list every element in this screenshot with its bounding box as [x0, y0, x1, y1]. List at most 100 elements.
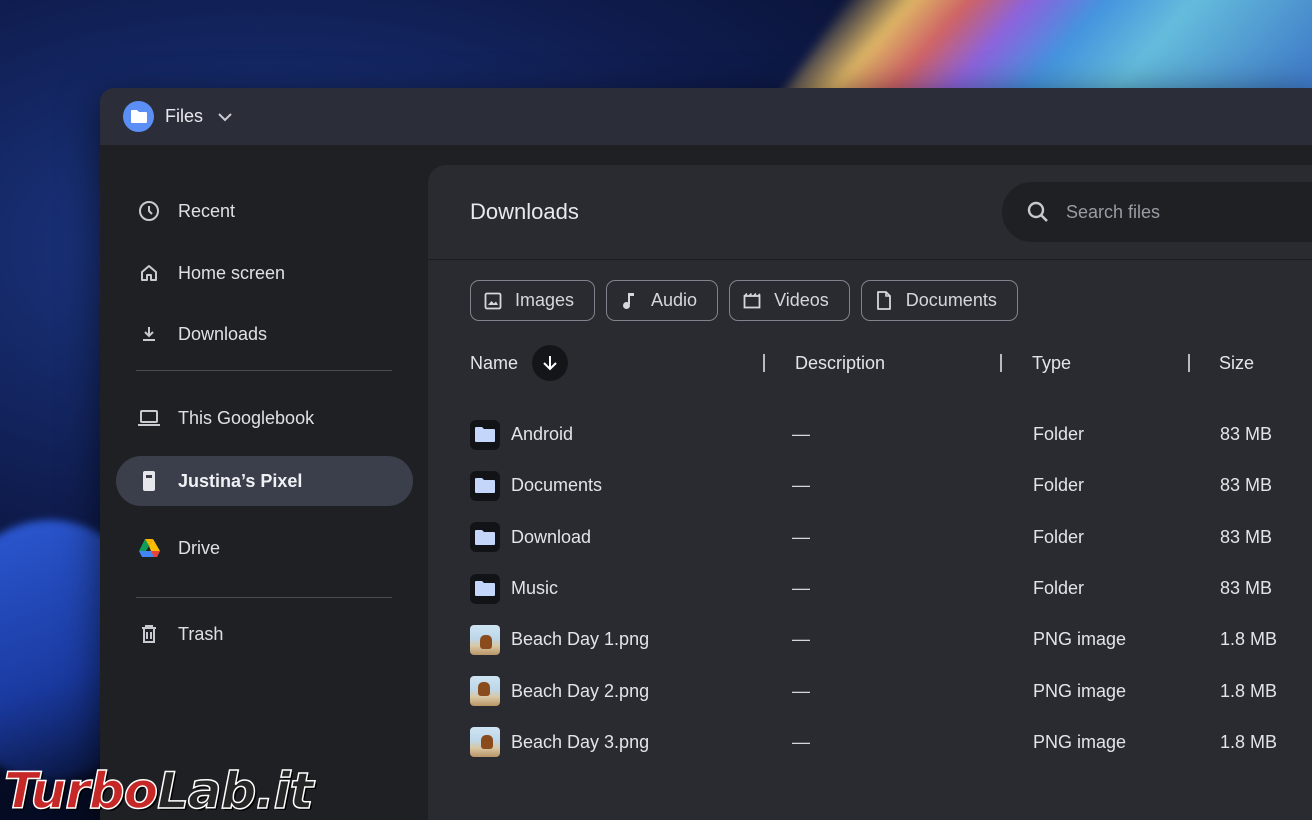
file-size: 1.8 MB [1220, 731, 1278, 752]
file-name: Download [511, 526, 592, 547]
sidebar-item-downloads[interactable]: Downloads [116, 309, 413, 359]
column-size-label: Size [1219, 352, 1255, 373]
image-thumbnail [470, 727, 500, 758]
search-icon [1026, 200, 1050, 224]
sidebar-divider [136, 597, 392, 598]
sidebar-divider [136, 370, 392, 371]
file-size: 83 MB [1220, 475, 1273, 496]
file-row[interactable]: Documents — Folder 83 MB [428, 460, 1312, 511]
sidebar-item-recent[interactable]: Recent [116, 186, 413, 236]
column-name-label: Name [470, 352, 519, 373]
file-row[interactable]: Music — Folder 83 MB [428, 563, 1312, 614]
column-separator[interactable] [763, 354, 765, 372]
file-name: Music [511, 578, 559, 599]
sidebar-item-trash[interactable]: Trash [116, 609, 413, 659]
laptop-icon [136, 405, 162, 431]
trash-icon [136, 621, 162, 647]
sort-arrow-down-icon[interactable] [532, 345, 569, 381]
file-type: Folder [1033, 424, 1085, 445]
column-description-label: Description [795, 352, 886, 373]
document-icon [874, 291, 894, 311]
clock-icon [136, 198, 162, 224]
music-note-icon [619, 291, 639, 311]
file-row[interactable]: Beach Day 2.png — PNG image 1.8 MB [428, 665, 1312, 716]
column-header-type[interactable]: Type [1032, 339, 1071, 387]
file-size: 83 MB [1220, 578, 1273, 599]
column-type-label: Type [1032, 352, 1072, 373]
image-thumbnail [470, 624, 500, 655]
title-bar: Files [100, 88, 1312, 145]
chip-label: Images [515, 290, 575, 310]
file-description: — [792, 526, 810, 547]
file-row[interactable]: Download — Folder 83 MB [428, 512, 1312, 563]
file-name: Documents [511, 475, 603, 496]
app-title: Files [165, 106, 204, 126]
file-type: Folder [1033, 475, 1085, 496]
watermark-part2: Lab.it [156, 761, 314, 820]
sidebar-item-label: Drive [178, 537, 221, 558]
image-thumbnail [470, 676, 500, 707]
home-icon [136, 260, 162, 286]
file-size: 1.8 MB [1220, 680, 1278, 701]
file-description: — [792, 424, 810, 445]
sidebar-item-justinas-pixel[interactable]: Justina’s Pixel [116, 456, 413, 506]
sidebar-item-home-screen[interactable]: Home screen [116, 248, 413, 298]
file-name: Android [511, 424, 574, 445]
column-separator[interactable] [1188, 354, 1190, 372]
files-app-window: Files Recent Home screen Downloads This … [100, 88, 1312, 820]
file-name: Beach Day 1.png [511, 629, 650, 650]
phone-icon [136, 468, 162, 494]
download-icon [136, 321, 162, 347]
turbolab-watermark: TurboLab.it [3, 761, 314, 820]
search-placeholder: Search files [1066, 201, 1161, 222]
file-size: 83 MB [1220, 526, 1273, 547]
watermark-part1: Turbo [3, 761, 159, 820]
column-header-description[interactable]: Description [795, 339, 885, 387]
google-drive-icon [136, 535, 162, 561]
file-type: PNG image [1033, 629, 1127, 650]
search-input[interactable]: Search files [1002, 182, 1312, 242]
folder-icon [470, 522, 500, 553]
file-size: 83 MB [1220, 424, 1273, 445]
file-description: — [792, 475, 810, 496]
chip-label: Documents [905, 290, 997, 310]
column-header-size[interactable]: Size [1219, 339, 1254, 387]
file-row[interactable]: Android — Folder 83 MB [428, 409, 1312, 460]
content-header: Downloads Search files [428, 165, 1312, 260]
file-description: — [792, 629, 810, 650]
file-size: 1.8 MB [1220, 629, 1278, 650]
column-header-name[interactable]: Name [470, 339, 569, 387]
sidebar-item-label: This Googlebook [178, 407, 315, 428]
chip-label: Audio [651, 290, 698, 310]
chip-documents[interactable]: Documents [860, 280, 1018, 321]
column-separator[interactable] [1000, 354, 1002, 372]
files-app-icon [123, 101, 154, 132]
sidebar-item-this-googlebook[interactable]: This Googlebook [116, 393, 413, 443]
file-row[interactable]: Beach Day 1.png — PNG image 1.8 MB [428, 614, 1312, 665]
file-type: PNG image [1033, 680, 1127, 701]
chip-videos[interactable]: Videos [729, 280, 850, 321]
file-row[interactable]: Beach Day 3.png — PNG image 1.8 MB [428, 717, 1312, 768]
file-list: Android — Folder 83 MB Documents — Folde… [428, 409, 1312, 768]
file-name: Beach Day 3.png [511, 731, 650, 752]
sidebar-item-label: Trash [178, 623, 224, 644]
sidebar-item-label: Home screen [178, 262, 286, 283]
file-name: Beach Day 2.png [511, 680, 650, 701]
folder-icon [470, 573, 500, 604]
file-type: PNG image [1033, 731, 1127, 752]
file-type: Folder [1033, 526, 1085, 547]
sidebar-item-label: Justina’s Pixel [178, 470, 303, 491]
file-description: — [792, 578, 810, 599]
chip-images[interactable]: Images [470, 280, 596, 321]
chevron-down-icon[interactable] [217, 112, 233, 122]
chip-label: Videos [774, 290, 829, 310]
file-type: Folder [1033, 578, 1085, 599]
filter-chips: Images Audio Videos Documents [470, 280, 1029, 321]
sidebar-item-drive[interactable]: Drive [116, 523, 413, 573]
main-content: Downloads Search files Images Audio Vide… [428, 165, 1312, 820]
file-description: — [792, 731, 810, 752]
sidebar: Recent Home screen Downloads This Google… [100, 145, 428, 820]
chip-audio[interactable]: Audio [606, 280, 719, 321]
sidebar-item-label: Recent [178, 200, 236, 221]
image-icon [483, 291, 503, 311]
